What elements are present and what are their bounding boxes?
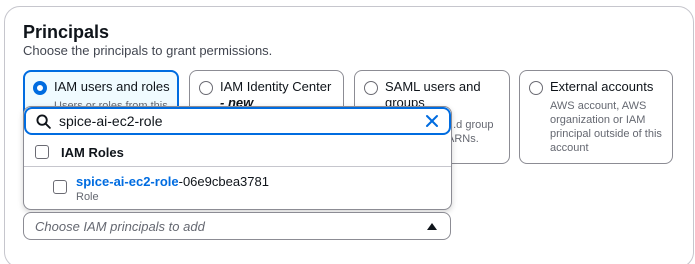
principal-autosuggest-dropdown: spice-ai-ec2-role IAM Roles spice-ai-ec2… [23,106,452,210]
caret-up-icon [427,223,437,230]
principal-search-input[interactable]: spice-ai-ec2-role [24,107,451,135]
close-icon[interactable] [425,114,439,128]
option-name-rest: -06e9cbea3781 [178,174,269,189]
tile-label: IAM users and roles [54,79,170,94]
option-checkbox[interactable] [53,180,67,194]
radio-iam-users-and-roles[interactable] [33,81,47,95]
search-icon [36,114,51,129]
radio-iam-identity-center[interactable] [199,81,213,95]
tile-label: IAM Identity Center [220,79,333,95]
tile-description: AWS account, AWS organization or IAM pri… [550,100,662,154]
section-title: Principals [23,22,110,42]
option-name-match: spice-ai-ec2-role [76,174,179,189]
principals-select[interactable]: Choose IAM principals to add [23,212,451,240]
radio-saml-users-and-groups[interactable] [364,81,378,95]
search-value: spice-ai-ec2-role [59,113,163,129]
option-spice-ai-ec2-role[interactable]: spice-ai-ec2-role-06e9cbea3781 Role [24,168,451,209]
option-group-iam-roles[interactable]: IAM Roles [24,137,451,167]
tile-external-accounts[interactable]: External accounts AWS account, AWS organ… [519,70,673,164]
tile-description: ...d group ARNs. [447,119,494,145]
tile-label-text: IAM Identity Center [220,79,332,94]
option-name: spice-ai-ec2-role-06e9cbea3781 [76,174,269,189]
select-placeholder: Choose IAM principals to add [35,219,205,234]
section-subtitle: Choose the principals to grant permissio… [23,43,273,58]
group-checkbox[interactable] [35,145,49,159]
tile-label: External accounts [550,79,654,94]
radio-external-accounts[interactable] [529,81,543,95]
group-label: IAM Roles [61,145,124,160]
option-type: Role [76,191,99,203]
